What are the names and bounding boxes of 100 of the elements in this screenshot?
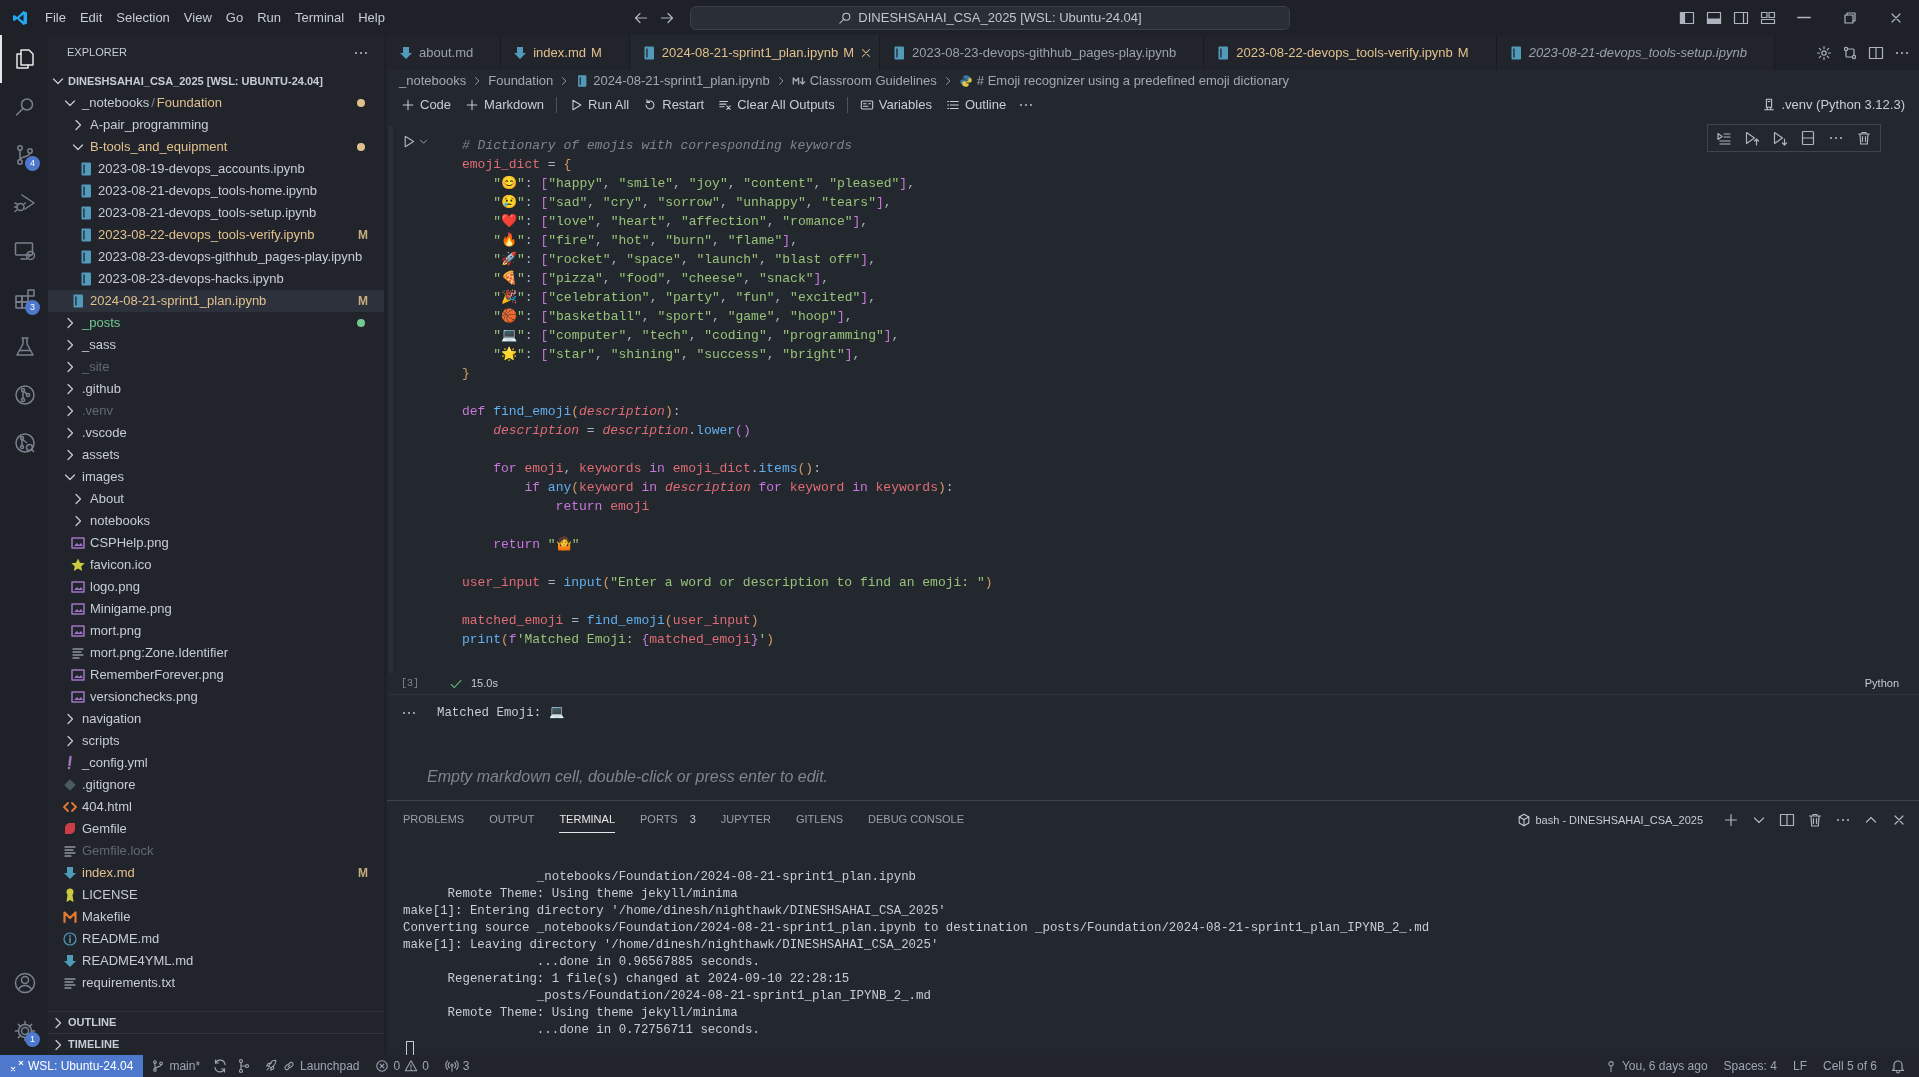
activity-bar-item[interactable]: 1 [0,1007,48,1055]
explorer-row[interactable]: Makefile [48,906,384,928]
explorer-row[interactable]: logo.png [48,576,384,598]
explorer-row[interactable]: CSPHelp.png [48,532,384,554]
line-ending-indicator[interactable]: LF [1784,1055,1815,1077]
explorer-folder-row[interactable]: A-pair_programming [48,114,384,136]
branch-indicator[interactable]: main* [143,1055,209,1077]
code-line: "🍕": ["pizza", "food", "cheese", "snack"], [492,269,830,288]
panel-tab[interactable]: PROBLEMS [403,807,465,833]
launchpad-indicator[interactable]: Launchpad [256,1055,368,1077]
explorer-folder-row[interactable]: About [48,488,384,510]
editor-tab[interactable]: 2023-08-22-devops_tools-verify.ipynb M [1204,35,1497,70]
editor-tab[interactable]: index.md M [501,35,630,70]
flask-icon [13,335,37,359]
explorer-folder-row[interactable]: navigation [48,708,384,730]
panel-tab[interactable]: JUPYTER [720,807,771,833]
editor-tab[interactable]: 2023-08-21-devops_tools-setup.ipynb [1496,35,1775,70]
explorer-row[interactable]: 2023-08-21-devops_tools-home.ipynb [48,180,384,202]
explorer-folder-row[interactable]: scripts [48,730,384,752]
explorer-row[interactable]: mort.png [48,620,384,642]
ports-indicator[interactable]: 3 [436,1055,478,1077]
explorer-folder-row[interactable]: B-tools_and_equipment [48,136,384,158]
kernel-picker[interactable]: .venv (Python 3.12.3) [1756,93,1911,117]
explorer-row[interactable]: index.md M [48,862,384,884]
editor-tab[interactable]: 2023-08-23-devops-githhub_pages-play.ipynb [880,35,1205,70]
git-graph-icon [13,383,37,407]
code-line: "❤": ["love", "heart", "affection", "romance"], [492,213,869,231]
breadcrumb-item[interactable]: # Emoji recognizer using a predefined emoji dictionary [956,71,1291,91]
explorer-row[interactable]: mort.png:Zone.Identifier [48,642,384,664]
git-status-label: M [358,293,368,310]
execution-time: 15.0s [471,676,498,692]
explorer-row[interactable]: 404.html [48,796,384,818]
workspace-folder-header[interactable]: DINESHSAHAI_CSA_2025 [WSL: UBUNTU-24.04] [48,70,384,92]
toolbar-button[interactable]: Code [395,93,458,117]
indentation-indicator[interactable]: Spaces: 4 [1715,1055,1785,1077]
explorer-row[interactable]: Minigame.png [48,598,384,620]
toolbar-button[interactable]: Outline [939,93,1013,117]
explorer-row[interactable]: .gitignore [48,774,384,796]
explorer-row[interactable]: 2023-08-23-devops-githhub_pages-play.ipynb [48,246,384,268]
problems-indicator[interactable]: 0 0 [367,1055,437,1077]
menu-item[interactable]: Go [218,5,251,30]
menu-item[interactable]: Selection [109,5,177,30]
cell-position-indicator[interactable]: Cell 5 of 6 [1814,1055,1885,1077]
explorer-row[interactable]: favicon.ico [48,554,384,576]
explorer-row[interactable]: LICENSE [48,884,384,906]
panel-tab[interactable]: GITLENS [795,807,844,833]
editor-tab[interactable]: 2024-08-21-sprint1_plan.ipynb M [629,35,880,70]
toolbar-button[interactable]: Markdown [459,93,551,117]
activity-bar-item[interactable]: 3 [0,275,48,323]
toolbar-button[interactable]: Clear All Outputs [712,93,841,117]
explorer-row[interactable]: 2023-08-23-devops-hacks.ipynb [48,268,384,290]
explorer-row[interactable]: versionchecks.png [48,686,384,708]
explorer-folder-row[interactable]: _notebooks/Foundation [48,92,384,114]
remote-indicator[interactable]: WSL: Ubuntu-24.04 [0,1055,144,1077]
split-icon [1868,44,1884,61]
menu-item[interactable]: File [38,5,73,30]
explorer-folder-row[interactable]: .vscode [48,422,384,444]
editor-tab[interactable]: about.md [387,35,502,70]
toolbar-button[interactable]: Variables [853,93,938,117]
explorer-row[interactable]: README4YML.md [48,950,384,972]
explorer-folder-row[interactable]: .github [48,378,384,400]
explorer-row[interactable]: 2023-08-19-devops_accounts.ipynb [48,158,384,180]
explorer-folder-row[interactable]: images [48,466,384,488]
explorer-row[interactable]: 2024-08-21-sprint1_plan.ipynb M [48,290,384,312]
markdown-cell-placeholder[interactable]: Empty markdown cell, double-click or press enter to edit. [387,765,1919,789]
toolbar-button[interactable]: Run All [563,93,636,117]
panel-tab[interactable]: DEBUG CONSOLE [868,807,964,833]
panel-tab[interactable]: TERMINAL [559,807,615,833]
code-line: if any(keyword in description for keyword in keywords): [523,479,954,497]
explorer-row[interactable]: 2023-08-21-devops_tools-setup.ipynb [48,202,384,224]
breadcrumb-item[interactable]: Foundation [486,71,556,91]
explorer-row[interactable]: _config.yml [48,752,384,774]
file-icon [62,821,78,837]
language-picker[interactable]: Python [1864,675,1899,692]
explorer-row[interactable]: README.md [48,928,384,950]
terminal-picker[interactable]: bash - DINESHSAHAI_CSA_2025 [1511,809,1709,831]
activity-bar-item[interactable]: 4 [0,131,48,179]
explorer-row[interactable]: 2023-08-22-devops_tools-verify.ipynb M [48,224,384,246]
section-header[interactable]: OUTLINE [48,1011,384,1033]
explorer-folder-row[interactable]: _posts [48,312,384,334]
explorer-folder-row[interactable]: assets [48,444,384,466]
menu-item[interactable]: Help [351,5,392,30]
panel-tab[interactable]: OUTPUT [489,807,535,833]
menu-item[interactable]: View [176,5,219,30]
command-center-search[interactable]: DINESHSAHAI_CSA_2025 [WSL: Ubuntu-24.04] [690,5,1290,30]
panel-tab[interactable]: PORTS 3 [640,807,696,833]
explorer-row[interactable]: Gemfile [48,818,384,840]
menu-item[interactable]: Terminal [288,5,352,30]
explorer-row[interactable]: requirements.txt [48,972,384,994]
toolbar-button[interactable]: Restart [637,93,711,117]
blame-indicator[interactable]: You, 6 days ago [1595,1055,1716,1077]
breadcrumb-item[interactable]: _notebooks [397,71,469,91]
explorer-row[interactable]: RememberForever.png [48,664,384,686]
breadcrumb-item[interactable]: Classroom Guidelines [789,71,939,91]
explorer-folder-row[interactable]: notebooks [48,510,384,532]
file-icon [70,601,86,617]
menu-item[interactable]: Edit [72,5,110,30]
menu-item[interactable]: Run [250,5,288,30]
breadcrumb-item[interactable]: 2024-08-21-sprint1_plan.ipynb [573,71,772,91]
explorer-folder-row[interactable]: _sass [48,334,384,356]
